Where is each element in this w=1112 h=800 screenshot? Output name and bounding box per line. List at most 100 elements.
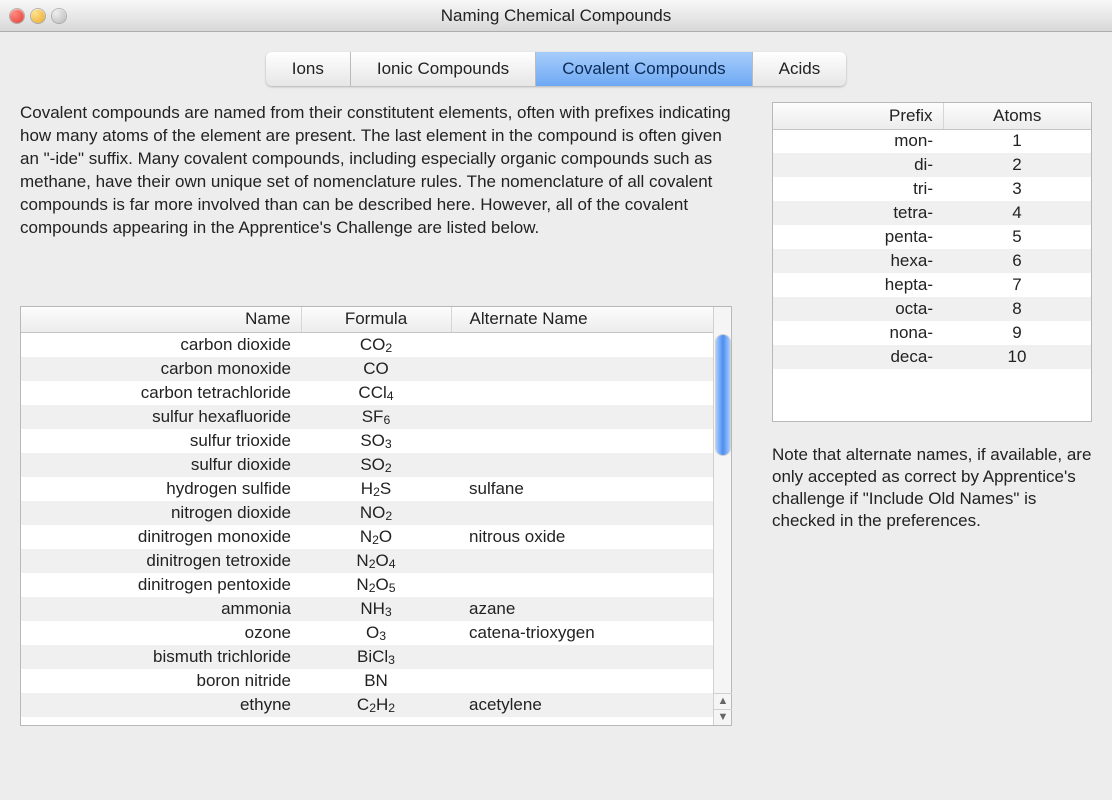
compound-alt-name <box>451 333 713 357</box>
compound-formula: BN <box>301 669 451 693</box>
prefix-table-frame: Prefix Atoms mon-1di-2tri-3tetra-4penta-… <box>772 102 1092 422</box>
atoms-cell: 4 <box>943 201 1091 225</box>
scroll-down-icon[interactable]: ▼ <box>714 709 732 725</box>
compound-name: dinitrogen tetroxide <box>21 549 301 573</box>
close-window-button[interactable] <box>10 9 24 23</box>
table-row[interactable]: boron nitrideBN <box>21 669 713 693</box>
compound-formula: C2H2 <box>301 693 451 717</box>
table-row[interactable]: ozoneO3catena-trioxygen <box>21 621 713 645</box>
compound-alt-name <box>451 573 713 597</box>
compound-name: dinitrogen pentoxide <box>21 573 301 597</box>
compounds-header-formula[interactable]: Formula <box>301 307 451 333</box>
table-row[interactable]: octa-8 <box>773 297 1091 321</box>
compound-alt-name <box>451 429 713 453</box>
atoms-cell: 7 <box>943 273 1091 297</box>
table-row[interactable]: dinitrogen tetroxideN2O4 <box>21 549 713 573</box>
compound-formula: SF6 <box>301 405 451 429</box>
table-row[interactable]: bismuth trichlorideBiCl3 <box>21 645 713 669</box>
compound-formula: N2O4 <box>301 549 451 573</box>
prefix-cell: hepta- <box>773 273 943 297</box>
table-row[interactable]: hepta-7 <box>773 273 1091 297</box>
compound-formula: SO2 <box>301 453 451 477</box>
compounds-scrollbar[interactable]: ▲ ▼ <box>713 307 731 725</box>
prefix-cell: tetra- <box>773 201 943 225</box>
table-row[interactable]: ammoniaNH3azane <box>21 597 713 621</box>
tab-acids[interactable]: Acids <box>753 52 847 86</box>
compound-name: hydrogen sulfide <box>21 477 301 501</box>
compound-alt-name <box>451 405 713 429</box>
table-row[interactable]: nona-9 <box>773 321 1091 345</box>
table-row[interactable]: hexa-6 <box>773 249 1091 273</box>
table-row[interactable]: sulfur trioxideSO3 <box>21 429 713 453</box>
prefix-cell: tri- <box>773 177 943 201</box>
table-row[interactable]: dinitrogen pentoxideN2O5 <box>21 573 713 597</box>
table-row[interactable]: hydrogen sulfideH2Ssulfane <box>21 477 713 501</box>
compound-name: ethyne <box>21 693 301 717</box>
prefix-cell: octa- <box>773 297 943 321</box>
prefix-cell: penta- <box>773 225 943 249</box>
table-row[interactable]: nitrogen dioxideNO2 <box>21 501 713 525</box>
prefix-cell: nona- <box>773 321 943 345</box>
table-row[interactable]: tri-3 <box>773 177 1091 201</box>
atoms-cell: 9 <box>943 321 1091 345</box>
scroll-up-icon[interactable]: ▲ <box>714 693 732 709</box>
atoms-cell: 1 <box>943 129 1091 153</box>
compound-alt-name <box>451 501 713 525</box>
minimize-window-button[interactable] <box>31 9 45 23</box>
table-row[interactable]: deca-10 <box>773 345 1091 369</box>
table-row[interactable]: dinitrogen monoxideN2Onitrous oxide <box>21 525 713 549</box>
note-text: Note that alternate names, if available,… <box>772 444 1092 532</box>
atoms-cell: 8 <box>943 297 1091 321</box>
compound-alt-name: azane <box>451 597 713 621</box>
prefix-cell: hexa- <box>773 249 943 273</box>
compounds-table: Name Formula Alternate Name carbon dioxi… <box>21 307 713 717</box>
prefix-header-prefix[interactable]: Prefix <box>773 103 943 129</box>
compound-name: boron nitride <box>21 669 301 693</box>
compound-name: carbon monoxide <box>21 357 301 381</box>
prefix-cell: mon- <box>773 129 943 153</box>
table-row[interactable]: ethyneC2H2acetylene <box>21 693 713 717</box>
compound-formula: N2O <box>301 525 451 549</box>
tab-ions[interactable]: Ions <box>266 52 351 86</box>
prefix-header-atoms[interactable]: Atoms <box>943 103 1091 129</box>
atoms-cell: 6 <box>943 249 1091 273</box>
prefix-cell: deca- <box>773 345 943 369</box>
compound-formula: H2S <box>301 477 451 501</box>
compound-name: sulfur hexafluoride <box>21 405 301 429</box>
compound-name: sulfur trioxide <box>21 429 301 453</box>
compound-formula: CO2 <box>301 333 451 357</box>
compounds-header-alt[interactable]: Alternate Name <box>451 307 713 333</box>
table-row[interactable]: mon-1 <box>773 129 1091 153</box>
table-row[interactable]: carbon monoxideCO <box>21 357 713 381</box>
content-area: Covalent compounds are named from their … <box>0 102 1112 746</box>
table-row[interactable]: tetra-4 <box>773 201 1091 225</box>
table-row[interactable]: sulfur hexafluorideSF6 <box>21 405 713 429</box>
compounds-header-name[interactable]: Name <box>21 307 301 333</box>
compound-formula: CO <box>301 357 451 381</box>
table-row[interactable]: penta-5 <box>773 225 1091 249</box>
table-row[interactable]: carbon tetrachlorideCCl4 <box>21 381 713 405</box>
table-row[interactable]: sulfur dioxideSO2 <box>21 453 713 477</box>
intro-text: Covalent compounds are named from their … <box>20 102 732 240</box>
compound-name: sulfur dioxide <box>21 453 301 477</box>
compound-formula: N2O5 <box>301 573 451 597</box>
compounds-table-frame: Name Formula Alternate Name carbon dioxi… <box>20 306 732 726</box>
compound-formula: NH3 <box>301 597 451 621</box>
compound-alt-name: sulfane <box>451 477 713 501</box>
table-row[interactable]: carbon dioxideCO2 <box>21 333 713 357</box>
table-row[interactable]: di-2 <box>773 153 1091 177</box>
compounds-table-wrap: Name Formula Alternate Name carbon dioxi… <box>21 307 713 725</box>
compound-alt-name: catena-trioxygen <box>451 621 713 645</box>
compound-alt-name <box>451 381 713 405</box>
compound-alt-name: acetylene <box>451 693 713 717</box>
compound-formula: O3 <box>301 621 451 645</box>
compound-alt-name <box>451 549 713 573</box>
compound-name: dinitrogen monoxide <box>21 525 301 549</box>
scrollbar-thumb[interactable] <box>716 335 730 455</box>
tab-covalent-compounds[interactable]: Covalent Compounds <box>536 52 752 86</box>
prefix-cell: di- <box>773 153 943 177</box>
zoom-window-button[interactable] <box>52 9 66 23</box>
compound-alt-name <box>451 357 713 381</box>
atoms-cell: 2 <box>943 153 1091 177</box>
tab-ionic-compounds[interactable]: Ionic Compounds <box>351 52 536 86</box>
